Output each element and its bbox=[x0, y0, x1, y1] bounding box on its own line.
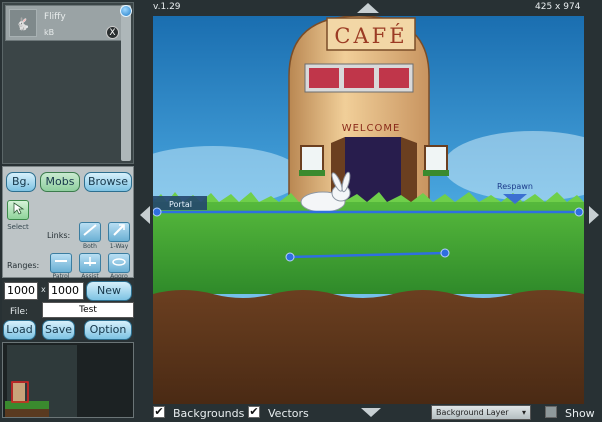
assist-icon bbox=[84, 257, 96, 266]
cursor-icon bbox=[13, 202, 25, 215]
caret-down-icon: ▾ bbox=[521, 408, 526, 417]
tools-panel: Bg. Mobs Browse Select Links: Both 1-Way… bbox=[2, 166, 134, 280]
respawn-label: Respawn bbox=[497, 182, 533, 191]
asset-thumbnail: 🐇 bbox=[9, 9, 37, 37]
show-checkbox[interactable] bbox=[545, 406, 557, 418]
editor-window: 🐇 Fliffy kB X Bg. Mobs Browse Select Lin… bbox=[0, 0, 602, 422]
oneway-label: 1-Way bbox=[109, 243, 129, 250]
link-both-button[interactable] bbox=[79, 222, 101, 242]
scene-art: CAFÉ WELCOME Portal Respawn bbox=[153, 16, 584, 404]
patrol-icon bbox=[55, 260, 67, 262]
vectors-checkbox[interactable]: ✔ bbox=[248, 406, 260, 418]
bottom-toolbar: ✔ Backgrounds ✔ Vectors Background Layer… bbox=[153, 404, 602, 422]
layer-select[interactable]: Background Layer ▾ bbox=[431, 405, 531, 420]
backgrounds-label: Backgrounds bbox=[173, 407, 245, 420]
cafe-sign: CAFÉ bbox=[334, 24, 407, 48]
option-button[interactable]: Option bbox=[84, 320, 132, 340]
aggro-label: Aggro bbox=[110, 273, 128, 280]
new-button[interactable]: New bbox=[86, 281, 132, 301]
asset-list: 🐇 Fliffy kB X bbox=[2, 2, 134, 164]
times-label: x bbox=[41, 285, 46, 294]
both-label: Both bbox=[83, 243, 97, 250]
load-button[interactable]: Load bbox=[3, 320, 36, 340]
backgrounds-checkbox[interactable]: ✔ bbox=[153, 406, 165, 418]
minimap-scene bbox=[5, 381, 49, 417]
asset-item[interactable]: 🐇 Fliffy kB X bbox=[5, 5, 123, 41]
minimap[interactable] bbox=[2, 342, 134, 418]
file-input[interactable]: Test bbox=[42, 302, 134, 318]
select-label: Select bbox=[7, 223, 29, 231]
file-label: File: bbox=[10, 307, 29, 317]
map-dimensions: 425 x 974 bbox=[535, 2, 581, 12]
bunny-icon: 🐇 bbox=[15, 17, 30, 31]
layer-select-value: Background Layer bbox=[436, 408, 509, 417]
diagonal-line-icon bbox=[83, 224, 97, 236]
asset-name: Fliffy bbox=[44, 12, 66, 22]
scroll-up-arrow[interactable] bbox=[357, 3, 379, 13]
map-canvas[interactable]: CAFÉ WELCOME Portal Respawn bbox=[153, 16, 584, 404]
patrol-button[interactable] bbox=[50, 253, 72, 273]
asset-size: kB bbox=[44, 28, 55, 37]
version-label: v.1.29 bbox=[153, 2, 181, 12]
ranges-label: Ranges: bbox=[7, 261, 40, 270]
save-button[interactable]: Save bbox=[42, 320, 75, 340]
scroll-right-arrow[interactable] bbox=[589, 206, 599, 224]
aggro-icon bbox=[112, 258, 126, 266]
aggro-button[interactable] bbox=[108, 253, 130, 273]
height-input[interactable]: 1000 bbox=[48, 282, 84, 300]
select-tool[interactable] bbox=[7, 200, 29, 220]
width-input[interactable]: 1000 bbox=[4, 282, 38, 300]
assist-button[interactable] bbox=[79, 253, 101, 273]
assist-label: Assist bbox=[81, 273, 99, 280]
bg-button[interactable]: Bg. bbox=[6, 172, 36, 192]
show-label: Show bbox=[565, 407, 595, 420]
browse-button[interactable]: Browse bbox=[84, 172, 132, 192]
asset-scrollbar[interactable] bbox=[120, 5, 132, 161]
link-oneway-button[interactable] bbox=[108, 222, 130, 242]
mobs-button[interactable]: Mobs bbox=[40, 172, 80, 192]
links-label: Links: bbox=[47, 231, 71, 240]
portal-label: Portal bbox=[169, 200, 192, 209]
vectors-label: Vectors bbox=[268, 407, 309, 420]
arrow-line-icon bbox=[113, 224, 125, 236]
welcome-sign: WELCOME bbox=[342, 123, 401, 134]
close-icon[interactable]: X bbox=[106, 26, 119, 39]
scroll-thumb[interactable] bbox=[120, 5, 132, 17]
scroll-left-arrow[interactable] bbox=[140, 206, 150, 224]
patrol-label: Patrol bbox=[52, 273, 70, 280]
